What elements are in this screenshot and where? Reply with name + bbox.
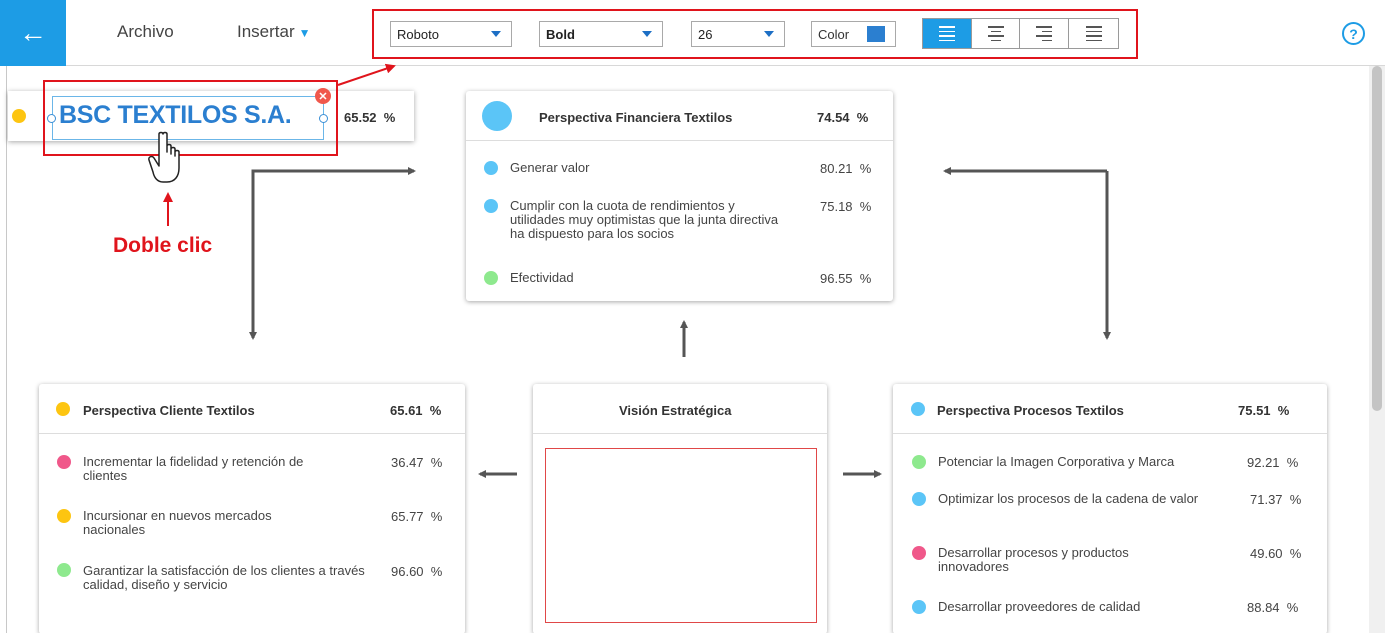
hand-cursor-icon [148, 131, 180, 183]
connector-arrows [148, 63, 1111, 478]
arrow-to-cliente [249, 169, 414, 340]
annotation-arrow-toolbar [337, 63, 396, 86]
annotation-label: Doble clic [113, 234, 213, 257]
